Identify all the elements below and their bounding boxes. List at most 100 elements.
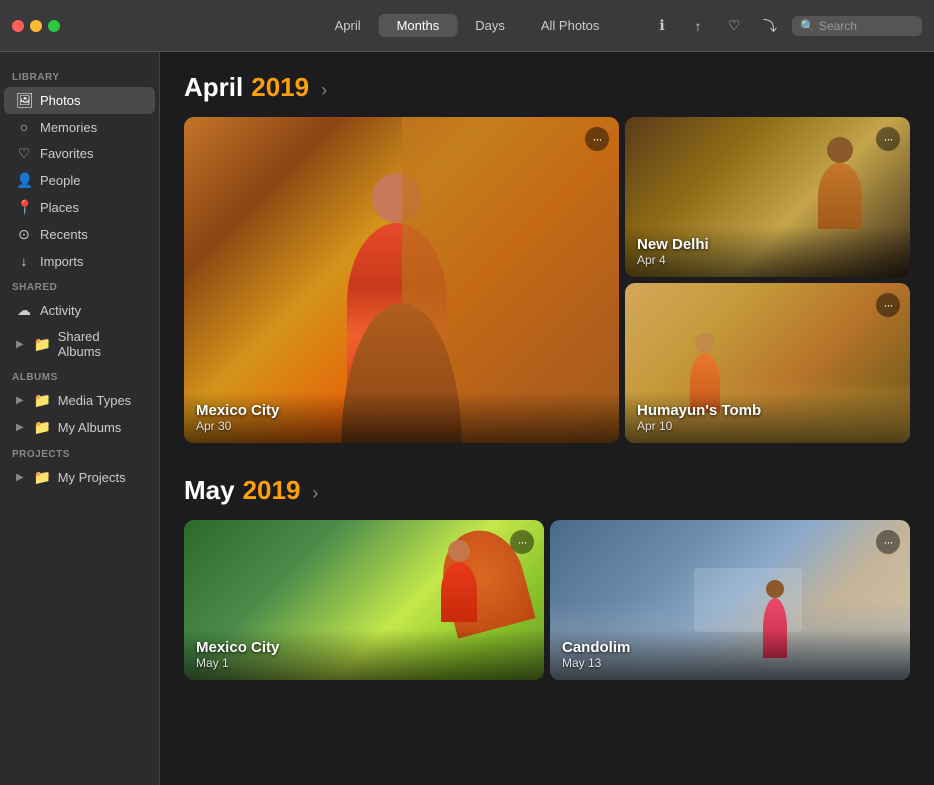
close-button[interactable] [12,20,24,32]
photo-title: Candolim [562,639,898,656]
sidebar-item-recents[interactable]: ⊙ Recents [4,221,155,248]
search-icon: 🔍 [800,19,815,33]
photo-card-candolim[interactable]: Candolim May 13 ··· [550,520,910,680]
photo-card-mexico-city-may[interactable]: Mexico City May 1 ··· [184,520,544,680]
expand-icon: ▶ [16,422,24,433]
import-button[interactable]: ⤵ [756,12,784,40]
toolbar-actions: ℹ ↑ ♡ ⤵ 🔍 [648,12,922,40]
sidebar-item-label: Media Types [58,393,131,408]
sidebar-item-activity[interactable]: ☁ Activity [4,297,155,324]
places-icon: 📍 [16,199,32,216]
photo-date: Apr 4 [637,253,898,267]
more-button[interactable]: ··· [876,293,900,317]
sidebar-item-label: Places [40,200,79,215]
photo-date: Apr 30 [196,419,607,433]
photo-caption: Humayun's Tomb Apr 10 [625,392,910,443]
sidebar-item-label: Photos [40,93,80,108]
photo-caption: New Delhi Apr 4 [625,226,910,277]
sidebar-item-label: Memories [40,120,97,135]
my-albums-icon: 📁 [34,419,50,436]
sidebar-item-label: My Projects [58,470,126,485]
sidebar-item-label: Activity [40,303,81,318]
sidebar-item-my-projects[interactable]: ▶ 📁 My Projects [4,464,155,491]
sidebar-item-my-albums[interactable]: ▶ 📁 My Albums [4,414,155,441]
content-area: April 2019 › [160,52,934,785]
sidebar-item-people[interactable]: 👤 People [4,167,155,194]
people-icon: 👤 [16,172,32,189]
imports-icon: ↓ [16,253,32,269]
april-chevron-icon: › [321,80,327,101]
sidebar-item-places[interactable]: 📍 Places [4,194,155,221]
tab-all-photos[interactable]: All Photos [523,14,618,37]
sidebar-item-label: People [40,173,80,188]
sidebar-item-label: Favorites [40,146,93,161]
more-button[interactable]: ··· [876,127,900,151]
photo-title: Humayun's Tomb [637,402,898,419]
april-month-name: April [184,72,243,103]
sidebar-item-label: Imports [40,254,83,269]
sidebar-item-label: My Albums [58,420,122,435]
april-year: 2019 [251,72,309,103]
favorite-button[interactable]: ♡ [720,12,748,40]
fullscreen-button[interactable] [48,20,60,32]
search-box[interactable]: 🔍 [792,16,922,36]
photo-title: Mexico City [196,402,607,419]
shared-section-label: Shared [0,274,159,297]
photo-card-new-delhi[interactable]: New Delhi Apr 4 ··· [625,117,910,277]
photo-caption: Mexico City Apr 30 [184,392,619,443]
sidebar-item-imports[interactable]: ↓ Imports [4,248,155,274]
may-header[interactable]: May 2019 › [184,475,910,506]
photo-date: May 13 [562,656,898,670]
sidebar-item-label: Shared Albums [58,329,143,359]
sidebar: Library 🖼 Photos ○ Memories ♡ Favorites … [0,52,160,785]
expand-icon: ▶ [16,395,24,406]
shared-albums-icon: 📁 [34,336,50,353]
share-button[interactable]: ↑ [684,12,712,40]
app-body: Library 🖼 Photos ○ Memories ♡ Favorites … [0,52,934,785]
sidebar-item-label: Recents [40,227,88,242]
more-button[interactable]: ··· [510,530,534,554]
projects-section-label: Projects [0,441,159,464]
more-button[interactable]: ··· [585,127,609,151]
photo-card-mexico-city-apr[interactable]: Mexico City Apr 30 ··· [184,117,619,443]
expand-icon: ▶ [16,339,24,350]
sidebar-item-media-types[interactable]: ▶ 📁 Media Types [4,387,155,414]
may-section: May 2019 › [184,475,910,680]
may-chevron-icon: › [312,483,318,504]
sidebar-item-shared-albums[interactable]: ▶ 📁 Shared Albums [4,324,155,364]
favorites-icon: ♡ [16,145,32,162]
memories-icon: ○ [16,119,32,135]
search-input[interactable] [819,19,914,33]
media-types-icon: 📁 [34,392,50,409]
photo-card-humayuns-tomb[interactable]: Humayun's Tomb Apr 10 ··· [625,283,910,443]
more-button[interactable]: ··· [876,530,900,554]
april-header[interactable]: April 2019 › [184,72,910,103]
minimize-button[interactable] [30,20,42,32]
activity-icon: ☁ [16,302,32,319]
sidebar-item-memories[interactable]: ○ Memories [4,114,155,140]
photos-icon: 🖼 [16,92,32,109]
tab-days[interactable]: Days [457,14,523,37]
albums-section-label: Albums [0,364,159,387]
info-button[interactable]: ℹ [648,12,676,40]
may-year: 2019 [243,475,301,506]
tab-months[interactable]: Months [379,14,458,37]
april-photo-grid: Mexico City Apr 30 ··· [184,117,910,443]
photo-caption: Mexico City May 1 [184,629,544,680]
photo-date: Apr 10 [637,419,898,433]
sidebar-item-favorites[interactable]: ♡ Favorites [4,140,155,167]
photo-date: May 1 [196,656,532,670]
april-section: April 2019 › [184,72,910,443]
expand-icon: ▶ [16,472,24,483]
photo-title: New Delhi [637,236,898,253]
traffic-lights [12,20,60,32]
photo-caption: Candolim May 13 [550,629,910,680]
toolbar-tabs: April Months Days All Photos [317,14,618,37]
library-section-label: Library [0,64,159,87]
photo-title: Mexico City [196,639,532,656]
sidebar-item-photos[interactable]: 🖼 Photos [4,87,155,114]
my-projects-icon: 📁 [34,469,50,486]
tab-years[interactable]: April [317,14,379,37]
may-photo-grid: Mexico City May 1 ··· [184,520,910,680]
recents-icon: ⊙ [16,226,32,243]
